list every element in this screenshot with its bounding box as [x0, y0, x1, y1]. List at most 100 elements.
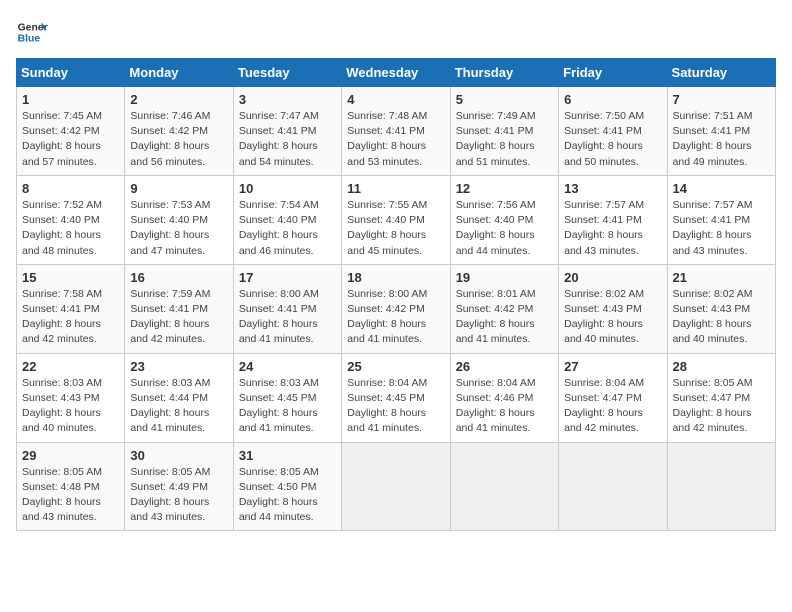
calendar-cell: 12 Sunrise: 7:56 AMSunset: 4:40 PMDayligh… [450, 175, 558, 264]
day-number: 22 [22, 359, 119, 374]
logo: General Blue [16, 16, 52, 48]
calendar-cell: 29 Sunrise: 8:05 AMSunset: 4:48 PMDayligh… [17, 442, 125, 531]
day-number: 18 [347, 270, 444, 285]
calendar-cell: 25 Sunrise: 8:04 AMSunset: 4:45 PMDayligh… [342, 353, 450, 442]
day-info: Sunrise: 7:58 AMSunset: 4:41 PMDaylight:… [22, 287, 119, 348]
day-info: Sunrise: 7:57 AMSunset: 4:41 PMDaylight:… [673, 198, 770, 259]
day-number: 30 [130, 448, 227, 463]
calendar-cell: 13Sunrise: 7:57 AMSunset: 4:41 PMDayligh… [559, 175, 667, 264]
calendar-cell: 14 Sunrise: 7:57 AMSunset: 4:41 PMDayligh… [667, 175, 775, 264]
day-info: Sunrise: 8:05 AMSunset: 4:48 PMDaylight:… [22, 465, 119, 526]
day-number: 14 [673, 181, 770, 196]
calendar-cell: 20 Sunrise: 8:02 AMSunset: 4:43 PMDayligh… [559, 264, 667, 353]
day-number: 12 [456, 181, 553, 196]
calendar-cell [450, 442, 558, 531]
day-number: 7 [673, 92, 770, 107]
day-info: Sunrise: 7:47 AMSunset: 4:41 PMDaylight:… [239, 109, 336, 170]
day-number: 9 [130, 181, 227, 196]
calendar-cell: 21 Sunrise: 8:02 AMSunset: 4:43 PMDayligh… [667, 264, 775, 353]
day-info: Sunrise: 7:57 AMSunset: 4:41 PMDaylight:… [564, 198, 661, 259]
calendar-cell: 31 Sunrise: 8:05 AMSunset: 4:50 PMDayligh… [233, 442, 341, 531]
weekday-header: Monday [125, 59, 233, 87]
day-number: 5 [456, 92, 553, 107]
day-info: Sunrise: 7:50 AMSunset: 4:41 PMDaylight:… [564, 109, 661, 170]
day-number: 15 [22, 270, 119, 285]
day-info: Sunrise: 8:04 AMSunset: 4:46 PMDaylight:… [456, 376, 553, 437]
calendar-week-row: 15 Sunrise: 7:58 AMSunset: 4:41 PMDayligh… [17, 264, 776, 353]
day-info: Sunrise: 7:51 AMSunset: 4:41 PMDaylight:… [673, 109, 770, 170]
day-info: Sunrise: 7:56 AMSunset: 4:40 PMDaylight:… [456, 198, 553, 259]
day-info: Sunrise: 8:04 AMSunset: 4:45 PMDaylight:… [347, 376, 444, 437]
day-number: 21 [673, 270, 770, 285]
day-info: Sunrise: 8:00 AMSunset: 4:41 PMDaylight:… [239, 287, 336, 348]
day-number: 27 [564, 359, 661, 374]
calendar-cell: 26 Sunrise: 8:04 AMSunset: 4:46 PMDayligh… [450, 353, 558, 442]
day-info: Sunrise: 8:02 AMSunset: 4:43 PMDaylight:… [673, 287, 770, 348]
calendar-cell [342, 442, 450, 531]
calendar-cell: 17 Sunrise: 8:00 AMSunset: 4:41 PMDayligh… [233, 264, 341, 353]
calendar-cell: 16 Sunrise: 7:59 AMSunset: 4:41 PMDayligh… [125, 264, 233, 353]
calendar-cell: 19 Sunrise: 8:01 AMSunset: 4:42 PMDayligh… [450, 264, 558, 353]
calendar-cell: 9 Sunrise: 7:53 AMSunset: 4:40 PMDaylight… [125, 175, 233, 264]
day-info: Sunrise: 8:00 AMSunset: 4:42 PMDaylight:… [347, 287, 444, 348]
calendar-cell: 30Sunrise: 8:05 AMSunset: 4:49 PMDayligh… [125, 442, 233, 531]
calendar-week-row: 8 Sunrise: 7:52 AMSunset: 4:40 PMDaylight… [17, 175, 776, 264]
day-number: 26 [456, 359, 553, 374]
day-number: 16 [130, 270, 227, 285]
day-number: 6 [564, 92, 661, 107]
weekday-header: Sunday [17, 59, 125, 87]
day-info: Sunrise: 8:03 AMSunset: 4:43 PMDaylight:… [22, 376, 119, 437]
day-number: 25 [347, 359, 444, 374]
day-number: 17 [239, 270, 336, 285]
day-info: Sunrise: 7:45 AMSunset: 4:42 PMDaylight:… [22, 109, 119, 170]
calendar-week-row: 1 Sunrise: 7:45 AMSunset: 4:42 PMDaylight… [17, 87, 776, 176]
calendar-week-row: 22 Sunrise: 8:03 AMSunset: 4:43 PMDayligh… [17, 353, 776, 442]
day-number: 3 [239, 92, 336, 107]
calendar-cell: 27 Sunrise: 8:04 AMSunset: 4:47 PMDayligh… [559, 353, 667, 442]
day-info: Sunrise: 7:59 AMSunset: 4:41 PMDaylight:… [130, 287, 227, 348]
day-info: Sunrise: 8:05 AMSunset: 4:47 PMDaylight:… [673, 376, 770, 437]
day-info: Sunrise: 8:03 AMSunset: 4:44 PMDaylight:… [130, 376, 227, 437]
calendar-cell: 11 Sunrise: 7:55 AMSunset: 4:40 PMDayligh… [342, 175, 450, 264]
day-info: Sunrise: 8:01 AMSunset: 4:42 PMDaylight:… [456, 287, 553, 348]
day-info: Sunrise: 7:53 AMSunset: 4:40 PMDaylight:… [130, 198, 227, 259]
calendar-cell: 4 Sunrise: 7:48 AMSunset: 4:41 PMDaylight… [342, 87, 450, 176]
day-number: 29 [22, 448, 119, 463]
weekday-header: Thursday [450, 59, 558, 87]
day-info: Sunrise: 8:04 AMSunset: 4:47 PMDaylight:… [564, 376, 661, 437]
day-number: 19 [456, 270, 553, 285]
calendar-cell: 10 Sunrise: 7:54 AMSunset: 4:40 PMDayligh… [233, 175, 341, 264]
day-info: Sunrise: 7:48 AMSunset: 4:41 PMDaylight:… [347, 109, 444, 170]
day-info: Sunrise: 8:05 AMSunset: 4:50 PMDaylight:… [239, 465, 336, 526]
calendar-cell: 2Sunrise: 7:46 AMSunset: 4:42 PMDaylight… [125, 87, 233, 176]
day-number: 24 [239, 359, 336, 374]
day-info: Sunrise: 7:49 AMSunset: 4:41 PMDaylight:… [456, 109, 553, 170]
day-number: 8 [22, 181, 119, 196]
calendar-week-row: 29 Sunrise: 8:05 AMSunset: 4:48 PMDayligh… [17, 442, 776, 531]
day-number: 28 [673, 359, 770, 374]
logo-icon: General Blue [16, 16, 48, 48]
calendar-cell: 5 Sunrise: 7:49 AMSunset: 4:41 PMDaylight… [450, 87, 558, 176]
day-number: 2 [130, 92, 227, 107]
calendar-header-row: SundayMondayTuesdayWednesdayThursdayFrid… [17, 59, 776, 87]
day-info: Sunrise: 7:52 AMSunset: 4:40 PMDaylight:… [22, 198, 119, 259]
calendar-cell: 15 Sunrise: 7:58 AMSunset: 4:41 PMDayligh… [17, 264, 125, 353]
weekday-header: Friday [559, 59, 667, 87]
day-number: 4 [347, 92, 444, 107]
day-info: Sunrise: 7:55 AMSunset: 4:40 PMDaylight:… [347, 198, 444, 259]
svg-text:Blue: Blue [18, 34, 41, 45]
day-number: 31 [239, 448, 336, 463]
day-info: Sunrise: 8:03 AMSunset: 4:45 PMDaylight:… [239, 376, 336, 437]
day-number: 11 [347, 181, 444, 196]
calendar-cell: 7 Sunrise: 7:51 AMSunset: 4:41 PMDaylight… [667, 87, 775, 176]
calendar-cell: 3 Sunrise: 7:47 AMSunset: 4:41 PMDaylight… [233, 87, 341, 176]
day-info: Sunrise: 7:54 AMSunset: 4:40 PMDaylight:… [239, 198, 336, 259]
day-info: Sunrise: 8:02 AMSunset: 4:43 PMDaylight:… [564, 287, 661, 348]
calendar-cell: 1 Sunrise: 7:45 AMSunset: 4:42 PMDaylight… [17, 87, 125, 176]
day-number: 20 [564, 270, 661, 285]
calendar-cell: 6 Sunrise: 7:50 AMSunset: 4:41 PMDaylight… [559, 87, 667, 176]
day-number: 1 [22, 92, 119, 107]
calendar-cell: 24 Sunrise: 8:03 AMSunset: 4:45 PMDayligh… [233, 353, 341, 442]
day-number: 10 [239, 181, 336, 196]
weekday-header: Saturday [667, 59, 775, 87]
